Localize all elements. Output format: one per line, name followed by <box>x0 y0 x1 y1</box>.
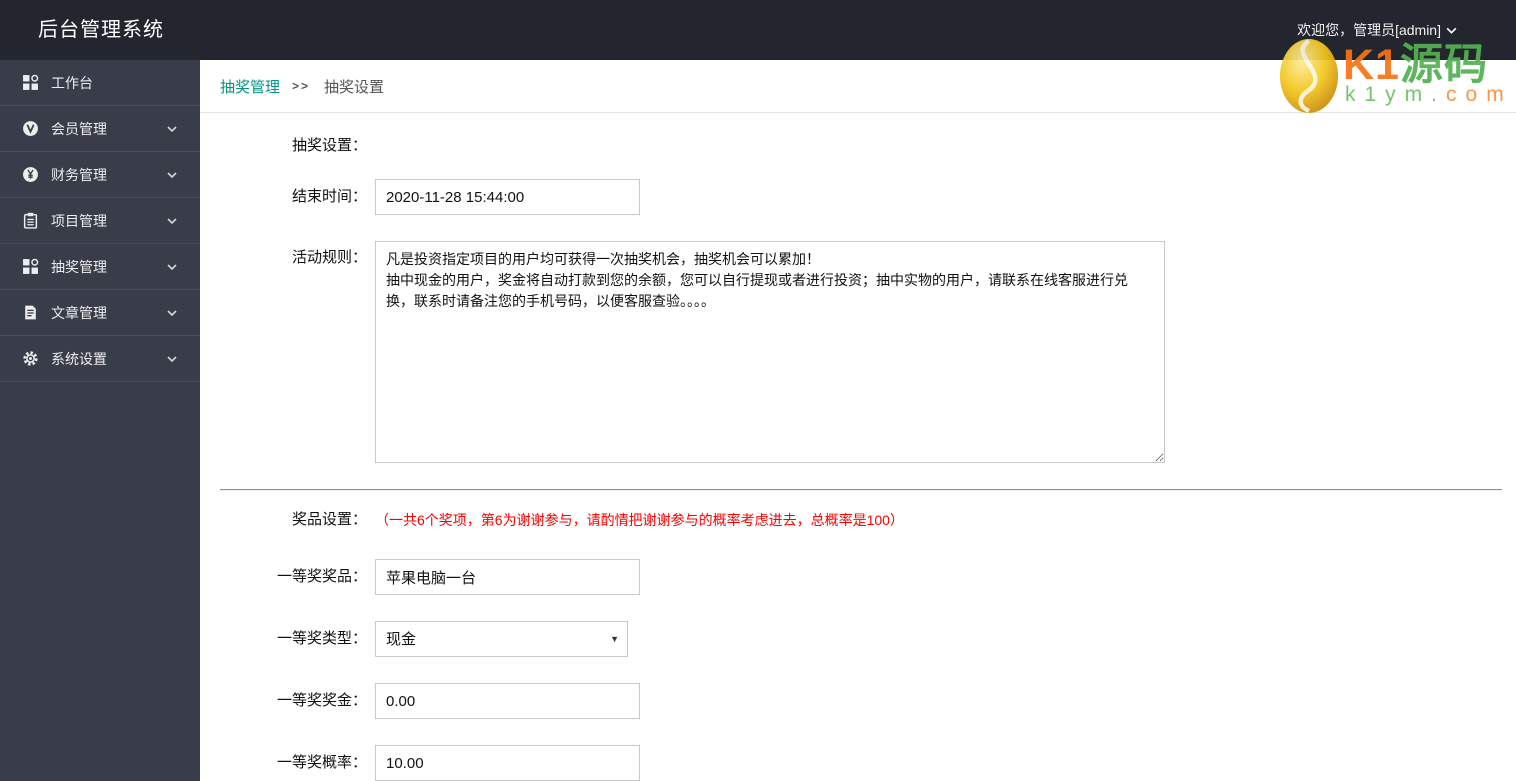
chevron-down-icon <box>166 353 178 365</box>
chevron-down-icon <box>166 123 178 135</box>
rules-label: 活动规则： <box>291 249 367 266</box>
first-prize-rate-label: 一等奖概率： <box>276 754 367 771</box>
member-icon <box>22 120 39 137</box>
chevron-down-icon <box>166 307 178 319</box>
first-prize-type-select[interactable]: 现金 ▼ <box>375 621 628 657</box>
prize-section-hint: （一共6个奖项，第6为谢谢参与，请酌情把谢谢参与的概率考虑进去，总概率是100） <box>375 512 904 528</box>
sidebar-item-finance[interactable]: 财务管理 <box>0 152 200 198</box>
first-prize-money-input[interactable] <box>375 683 640 719</box>
sidebar-item-label: 会员管理 <box>51 120 107 137</box>
article-icon <box>22 304 39 321</box>
sidebar-nav: 工作台 会员管理 财务管理 项目管理 抽奖管理 文章管理 系统设置 <box>0 60 200 781</box>
prize-section-label: 奖品设置： <box>291 511 367 528</box>
sidebar-item-label: 文章管理 <box>51 304 107 321</box>
breadcrumb: 抽奖管理 >> 抽奖设置 <box>200 60 1516 113</box>
first-prize-type-label: 一等奖类型： <box>276 630 367 647</box>
sidebar-item-workbench[interactable]: 工作台 <box>0 60 200 106</box>
first-prize-name-input[interactable] <box>375 559 640 595</box>
end-time-label: 结束时间： <box>291 188 367 205</box>
sidebar-item-label: 工作台 <box>51 74 93 91</box>
sidebar-item-members[interactable]: 会员管理 <box>0 106 200 152</box>
sidebar-item-label: 财务管理 <box>51 166 107 183</box>
breadcrumb-separator: >> <box>292 79 311 93</box>
project-icon <box>22 212 39 229</box>
sidebar-item-label: 系统设置 <box>51 350 107 367</box>
top-header-bar: 后台管理系统 欢迎您，管理员[admin] <box>0 0 1516 60</box>
main-content: 抽奖管理 >> 抽奖设置 抽奖设置： 结束时间： 活动规则： 凡是投资指定项目的… <box>200 60 1516 781</box>
settings-icon <box>22 350 39 367</box>
welcome-text: 欢迎您，管理员[admin] <box>1297 22 1441 38</box>
breadcrumb-current: 抽奖设置 <box>324 78 385 96</box>
end-time-input[interactable] <box>375 179 640 215</box>
chevron-down-icon <box>1445 24 1458 37</box>
finance-icon <box>22 166 39 183</box>
sidebar-item-articles[interactable]: 文章管理 <box>0 290 200 336</box>
first-prize-rate-input[interactable] <box>375 745 640 781</box>
sidebar-item-label: 抽奖管理 <box>51 258 107 275</box>
sidebar-item-projects[interactable]: 项目管理 <box>0 198 200 244</box>
section-divider <box>220 489 1502 491</box>
first-prize-money-label: 一等奖奖金： <box>276 692 367 709</box>
rules-textarea[interactable]: 凡是投资指定项目的用户均可获得一次抽奖机会，抽奖机会可以累加！ 抽中现金的用户，… <box>375 241 1165 463</box>
app-title: 后台管理系统 <box>38 19 164 41</box>
sidebar-item-label: 项目管理 <box>51 212 107 229</box>
section-title-lottery-settings: 抽奖设置： <box>291 137 367 154</box>
grid-icon <box>22 74 39 91</box>
chevron-down-icon <box>166 169 178 181</box>
chevron-down-icon <box>166 215 178 227</box>
lottery-icon <box>22 258 39 275</box>
sidebar-item-lottery[interactable]: 抽奖管理 <box>0 244 200 290</box>
chevron-down-icon <box>166 261 178 273</box>
first-prize-name-label: 一等奖奖品： <box>276 568 367 585</box>
breadcrumb-parent-link[interactable]: 抽奖管理 <box>220 76 280 97</box>
lottery-settings-form: 抽奖设置： 结束时间： 活动规则： 凡是投资指定项目的用户均可获得一次抽奖机会，… <box>200 113 1516 781</box>
user-menu[interactable]: 欢迎您，管理员[admin] <box>1297 0 1458 60</box>
sidebar-item-settings[interactable]: 系统设置 <box>0 336 200 382</box>
